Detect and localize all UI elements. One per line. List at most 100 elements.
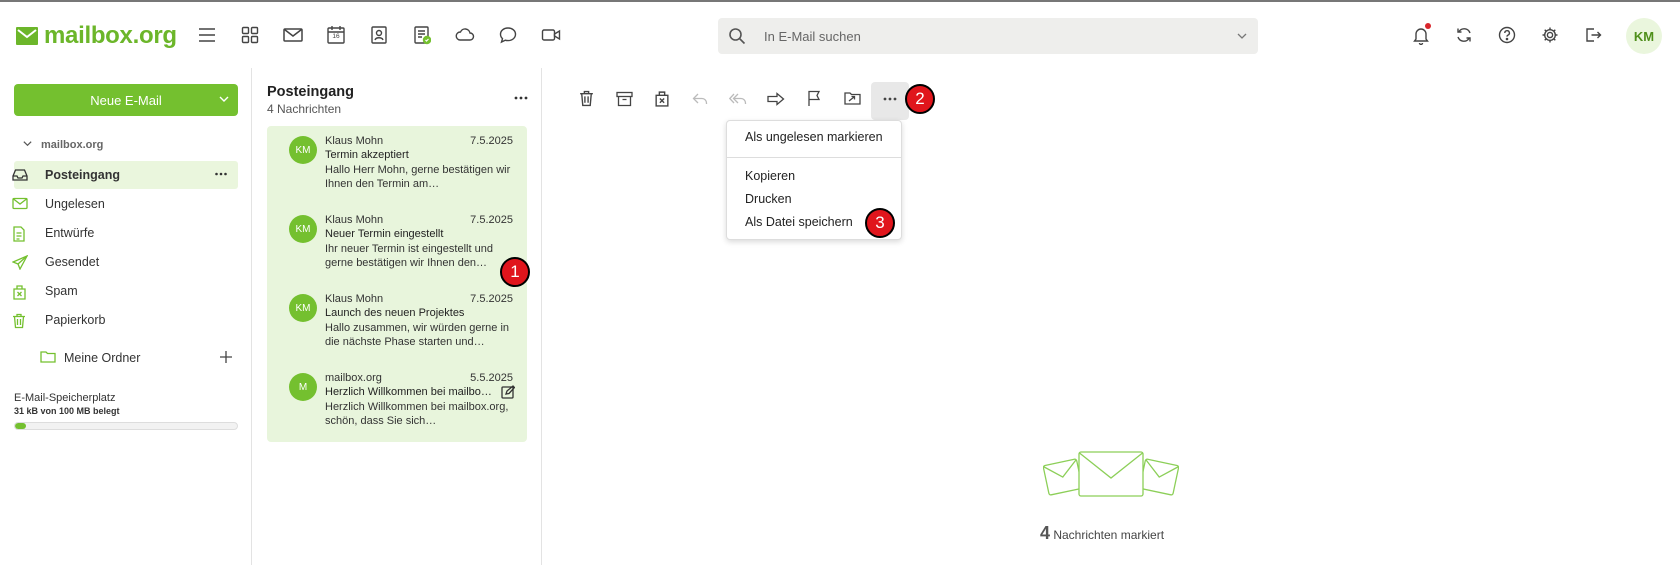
selection-count: 4: [1039, 523, 1050, 543]
menu-icon[interactable]: [196, 24, 218, 46]
selection-summary: 4 Nachrichten markiert: [979, 523, 1225, 544]
multiple-envelopes-icon: [1042, 450, 1180, 505]
reply-button[interactable]: [681, 82, 719, 120]
flag-button[interactable]: [795, 82, 833, 120]
app-launcher-bar: 16: [196, 24, 562, 46]
flag-icon: [807, 90, 821, 112]
search-icon: [728, 27, 746, 45]
sender-avatar: KM: [289, 294, 317, 322]
logout-icon[interactable]: [1582, 24, 1604, 46]
refresh-icon[interactable]: [1453, 24, 1475, 46]
sidebar-item-spam[interactable]: Spam: [13, 277, 238, 305]
calendar-app-icon[interactable]: 16: [325, 24, 347, 46]
message-sender: Klaus Mohn: [325, 135, 384, 147]
folder-icon: [40, 350, 56, 366]
list-item[interactable]: KM Klaus Mohn 7.5.2025 Neuer Termin eing…: [267, 205, 527, 283]
storage-quota: E-Mail-Speicherplatz 31 kB von 100 MB be…: [14, 392, 238, 430]
step-badge-3: 3: [865, 208, 895, 238]
notification-dot: [1425, 23, 1431, 29]
sender-avatar: KM: [289, 215, 317, 243]
user-avatar[interactable]: KM: [1626, 18, 1662, 54]
archive-icon: [615, 91, 633, 112]
header-actions: [1410, 23, 1604, 46]
inbox-icon: [12, 168, 28, 185]
sender-avatar: KM: [289, 136, 317, 164]
selected-messages: KM Klaus Mohn 7.5.2025 Termin akzeptiert…: [267, 126, 527, 442]
list-item[interactable]: KM Klaus Mohn 7.5.2025 Launch des neuen …: [267, 284, 527, 362]
notifications-bell-icon[interactable]: [1410, 23, 1432, 46]
account-tree-toggle[interactable]: mailbox.org: [22, 138, 103, 152]
new-mail-dropdown-chevron-icon[interactable]: [218, 93, 230, 108]
sidebar-item-papierkorb[interactable]: Papierkorb: [13, 306, 238, 334]
message-date: 7.5.2025: [470, 135, 513, 147]
detail-pane: 2 Als ungelesen markieren Kopieren Druck…: [543, 68, 1680, 565]
more-actions-button[interactable]: [871, 82, 909, 120]
message-list-pane: Posteingang 4 Nachrichten KM Klaus Mohn …: [252, 68, 542, 565]
list-item[interactable]: M mailbox.org 5.5.2025 Herzlich Willkomm…: [267, 363, 527, 441]
message-toolbar: [567, 82, 909, 120]
tasks-app-icon[interactable]: [411, 24, 433, 46]
sidebar-item-gesendet[interactable]: Gesendet: [11, 248, 238, 276]
search-options-chevron-icon[interactable]: [1236, 29, 1248, 47]
logo[interactable]: mailbox.org: [16, 22, 177, 50]
archive-button[interactable]: [605, 82, 643, 120]
help-icon[interactable]: [1496, 24, 1518, 46]
message-subject: Termin akzeptiert: [325, 149, 409, 161]
my-folders-section[interactable]: Meine Ordner: [40, 350, 238, 366]
collapse-chevron-icon: [22, 138, 33, 152]
menu-item-save-as-file[interactable]: Als Datei speichern: [745, 215, 853, 229]
cloud-drive-icon[interactable]: [454, 24, 476, 46]
new-mail-button[interactable]: Neue E-Mail: [14, 84, 238, 116]
storage-title: E-Mail-Speicherplatz: [14, 392, 116, 404]
video-call-icon[interactable]: [540, 24, 562, 46]
move-to-folder-button[interactable]: [833, 82, 871, 120]
move-folder-icon: [843, 91, 861, 111]
folder-options-icon[interactable]: [214, 167, 228, 184]
sidebar-item-posteingang[interactable]: Posteingang: [12, 161, 238, 189]
account-label: mailbox.org: [41, 139, 104, 151]
menu-divider: [727, 157, 901, 158]
more-dots-icon: [882, 91, 898, 112]
message-preview: Hallo zusammen, wir würden gerne in die …: [325, 322, 510, 348]
search-input[interactable]: [764, 26, 1204, 46]
settings-gear-icon[interactable]: [1539, 24, 1561, 46]
storage-progress-bar: [14, 422, 238, 430]
menu-item-copy[interactable]: Kopieren: [745, 169, 795, 183]
message-date: 7.5.2025: [470, 293, 513, 305]
chat-icon[interactable]: [497, 24, 519, 46]
sidebar-item-label: Ungelesen: [45, 197, 105, 211]
list-item[interactable]: KM Klaus Mohn 7.5.2025 Termin akzeptiert…: [267, 126, 527, 204]
message-preview: Ihr neuer Termin ist eingestellt und ger…: [325, 243, 493, 269]
step-badge-1: 1: [500, 257, 530, 287]
my-folders-label: Meine Ordner: [64, 351, 141, 365]
menu-item-print[interactable]: Drucken: [745, 192, 792, 206]
message-date: 7.5.2025: [470, 214, 513, 226]
contacts-app-icon[interactable]: [368, 24, 390, 46]
search-bar: [718, 18, 1258, 54]
sidebar-item-entwuerfe[interactable]: Entwürfe: [12, 219, 238, 247]
top-bar: mailbox.org 16 In E-Mail suchen KM: [0, 2, 1680, 68]
menu-item-mark-unread[interactable]: Als ungelesen markieren: [745, 130, 883, 144]
forward-button[interactable]: [757, 82, 795, 120]
reply-all-button[interactable]: [719, 82, 757, 120]
sidebar-item-ungelesen[interactable]: Ungelesen: [12, 190, 238, 218]
storage-used: 31 kB von 100 MB belegt: [14, 406, 120, 416]
sender-avatar: M: [289, 373, 317, 401]
draft-icon: [12, 226, 26, 245]
message-count: 4 Nachrichten: [267, 102, 342, 116]
apps-grid-icon[interactable]: [239, 24, 261, 46]
list-options-icon[interactable]: [513, 90, 529, 111]
list-title: Posteingang: [267, 84, 355, 100]
mail-app-icon[interactable]: [282, 24, 304, 46]
add-folder-plus-icon[interactable]: [220, 350, 232, 366]
mark-spam-button[interactable]: [643, 82, 681, 120]
storage-progress-fill: [15, 423, 27, 429]
send-icon: [11, 254, 29, 273]
message-subject: Neuer Termin eingestellt: [325, 228, 444, 240]
message-subject: Herzlich Willkommen bei mailbox.org: [325, 386, 497, 398]
message-preview: Herzlich Willkommen bei mailbox.org, sch…: [325, 401, 509, 427]
sidebar-item-label: Spam: [45, 284, 78, 298]
sidebar-item-label: Entwürfe: [45, 226, 95, 240]
folder-sidebar: Neue E-Mail mailbox.org Posteingang Unge…: [0, 68, 252, 565]
delete-button[interactable]: [567, 82, 605, 120]
